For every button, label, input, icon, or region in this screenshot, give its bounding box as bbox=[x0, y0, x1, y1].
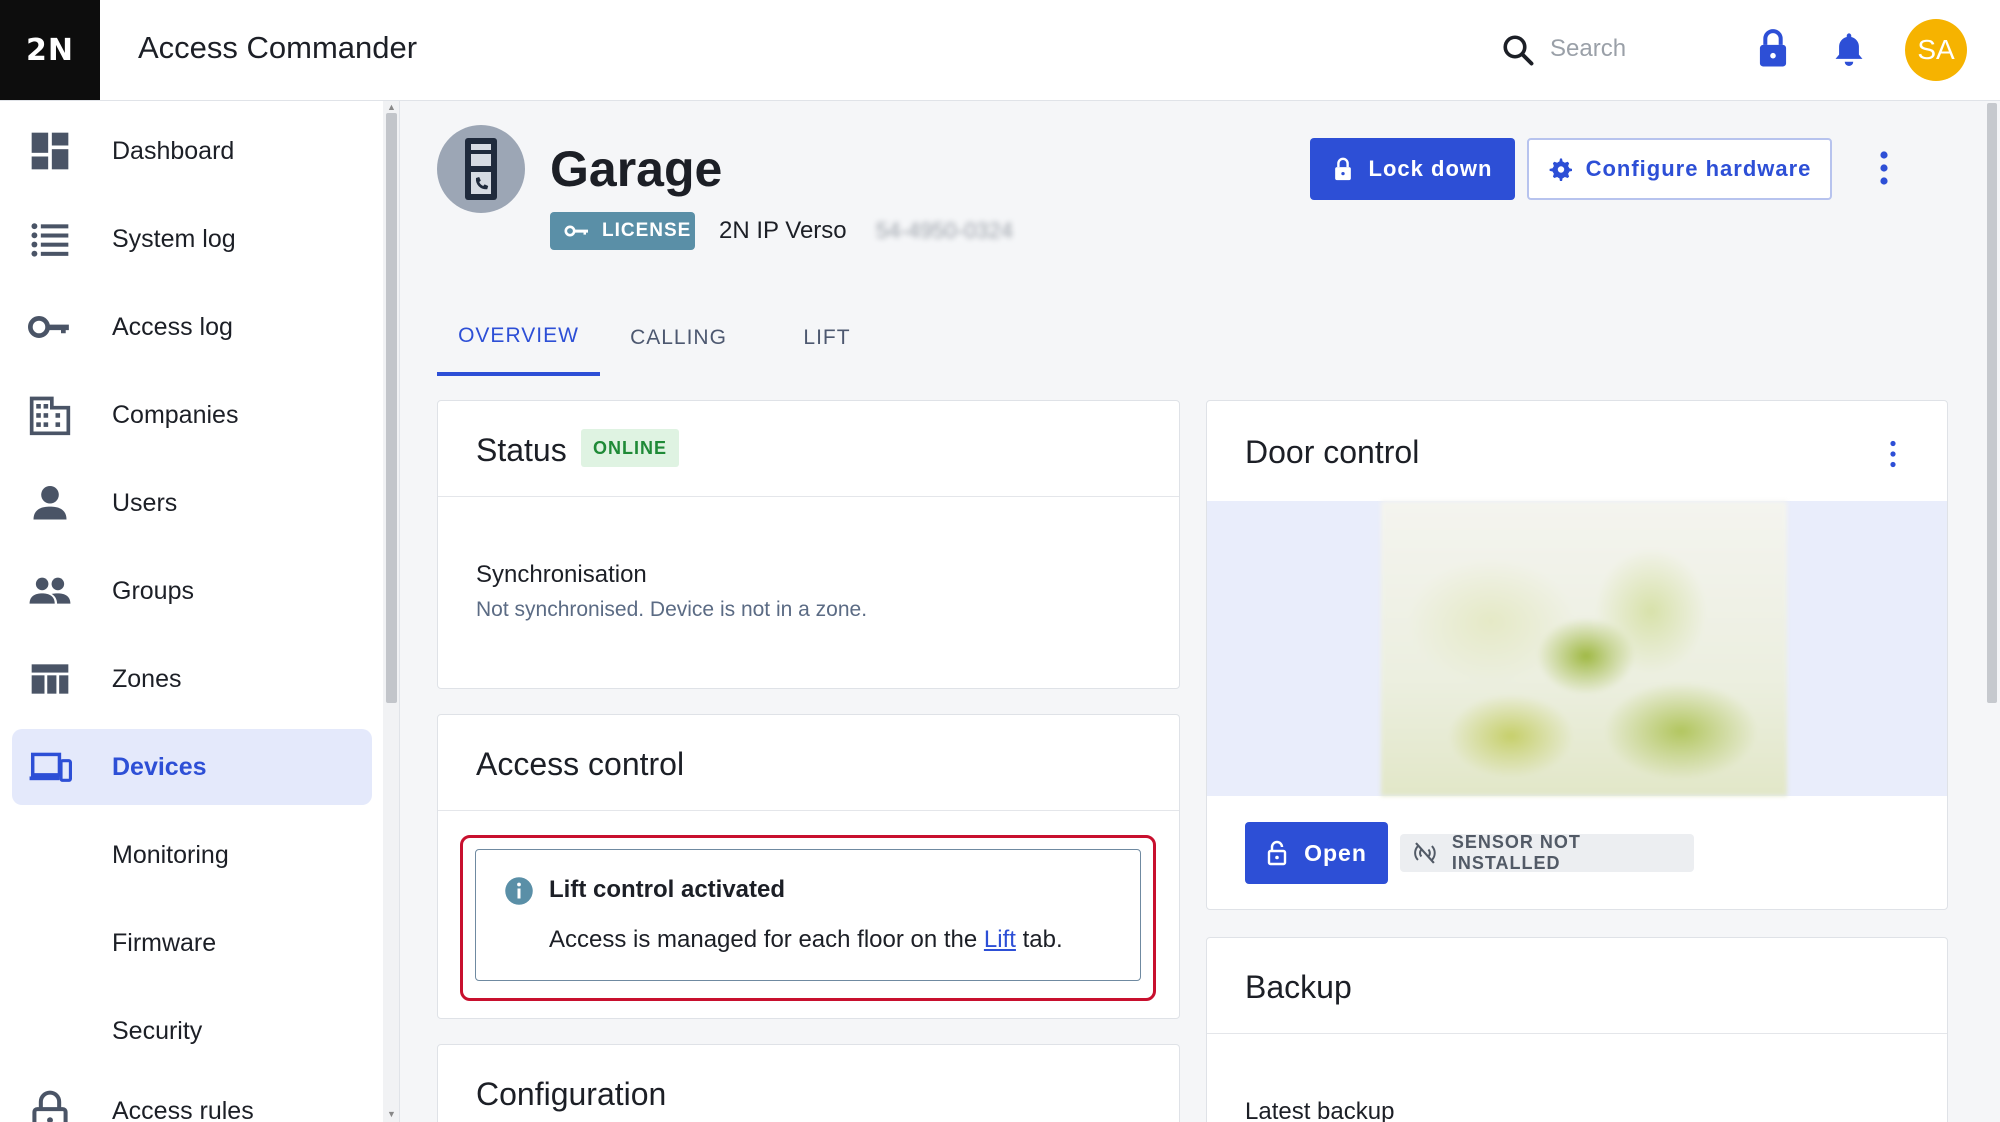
intercom-icon bbox=[465, 138, 497, 200]
sidebar-item-label: Users bbox=[112, 488, 178, 517]
search-input[interactable]: Search bbox=[1550, 35, 1626, 63]
latest-backup-label: Latest backup bbox=[1245, 1098, 1395, 1122]
gear-icon bbox=[1549, 158, 1572, 181]
device-tabs: OVERVIEW CALLING LIFT bbox=[437, 300, 1947, 376]
sidebar-item-zones[interactable]: Zones bbox=[12, 641, 372, 717]
sidebar-item-label: Access log bbox=[112, 312, 233, 341]
tab-overview[interactable]: OVERVIEW bbox=[437, 300, 600, 376]
sync-value: Not synchronised. Device is not in a zon… bbox=[476, 598, 868, 621]
door-control-card: Door control Open SENSOR NOT INSTALLED bbox=[1206, 400, 1948, 910]
sidebar-subitem-security[interactable]: Security bbox=[12, 999, 372, 1063]
sidebar-item-label: Firmware bbox=[112, 928, 217, 957]
sidebar-item-label: Security bbox=[112, 1016, 203, 1045]
top-bar: 2N Access Commander Search SA bbox=[0, 0, 2000, 101]
brand-logo[interactable]: 2N bbox=[0, 0, 100, 100]
lift-info-box: Lift control activated Access is managed… bbox=[475, 849, 1141, 981]
sidebar-item-label: Access rules bbox=[112, 1096, 254, 1122]
lock-icon bbox=[1334, 157, 1351, 181]
device-serial: 54-4950-0324 bbox=[876, 218, 1014, 243]
main-scrollbar-thumb[interactable] bbox=[1987, 103, 1997, 703]
sensor-off-icon bbox=[1414, 842, 1436, 864]
devices-icon bbox=[29, 752, 72, 782]
camera-image bbox=[1381, 501, 1787, 796]
sidebar-item-groups[interactable]: Groups bbox=[12, 553, 372, 629]
device-avatar bbox=[437, 125, 525, 213]
tab-calling[interactable]: CALLING bbox=[600, 300, 757, 376]
sidebar-item-label: Dashboard bbox=[112, 136, 235, 165]
search-icon[interactable] bbox=[1500, 32, 1536, 68]
configuration-title: Configuration bbox=[476, 1076, 667, 1112]
camera-preview[interactable] bbox=[1207, 501, 1947, 796]
scroll-up-icon[interactable]: ▲ bbox=[386, 102, 397, 112]
logo-text: 2N bbox=[26, 32, 74, 68]
more-vertical-icon[interactable] bbox=[1887, 439, 1899, 469]
configure-hardware-label: Configure hardware bbox=[1585, 156, 1812, 181]
configuration-card: Configuration bbox=[437, 1044, 1180, 1122]
more-vertical-icon[interactable] bbox=[1872, 148, 1896, 188]
backup-card: Backup Latest backup bbox=[1206, 937, 1948, 1122]
building-icon bbox=[29, 396, 71, 436]
sidebar-item-label: Devices bbox=[112, 752, 207, 781]
sensor-label: SENSOR NOT INSTALLED bbox=[1451, 832, 1581, 873]
zones-icon bbox=[31, 664, 69, 694]
sidebar: Dashboard System log Access log Companie… bbox=[0, 101, 400, 1122]
license-badge: LICENSE bbox=[550, 212, 695, 250]
sidebar-item-access-rules[interactable]: Access rules bbox=[12, 1073, 372, 1122]
user-avatar[interactable]: SA bbox=[1905, 19, 1967, 81]
sidebar-item-system-log[interactable]: System log bbox=[12, 201, 372, 277]
key-icon bbox=[564, 225, 588, 237]
tab-lift[interactable]: LIFT bbox=[757, 300, 897, 376]
sidebar-subitem-firmware[interactable]: Firmware bbox=[12, 911, 372, 975]
lock-down-button[interactable]: Lock down bbox=[1310, 138, 1515, 200]
info-title: Lift control activated bbox=[549, 876, 786, 903]
sidebar-item-label: System log bbox=[112, 224, 236, 253]
sync-label: Synchronisation bbox=[476, 561, 647, 588]
sidebar-item-label: Monitoring bbox=[112, 840, 229, 869]
app-title: Access Commander bbox=[138, 30, 418, 65]
user-icon bbox=[33, 485, 67, 520]
dashboard-icon bbox=[31, 132, 69, 170]
status-title: Status bbox=[476, 432, 567, 468]
lock-down-label: Lock down bbox=[1368, 156, 1493, 181]
sidebar-item-access-log[interactable]: Access log bbox=[12, 289, 372, 365]
group-icon bbox=[29, 577, 71, 604]
card-divider bbox=[438, 810, 1179, 811]
lift-link[interactable]: Lift bbox=[984, 926, 1016, 953]
info-text-after: tab. bbox=[1015, 926, 1063, 953]
lock-open-icon bbox=[32, 1090, 68, 1122]
access-control-title: Access control bbox=[476, 746, 685, 782]
lock-icon[interactable] bbox=[1757, 28, 1789, 68]
sidebar-subitem-monitoring[interactable]: Monitoring bbox=[12, 823, 372, 887]
door-control-title: Door control bbox=[1245, 434, 1420, 470]
info-text: Access is managed for each floor on the … bbox=[549, 926, 1063, 954]
list-icon bbox=[31, 223, 69, 257]
sidebar-item-devices[interactable]: Devices bbox=[12, 729, 372, 805]
sidebar-item-dashboard[interactable]: Dashboard bbox=[12, 113, 372, 189]
status-badge: ONLINE bbox=[581, 429, 680, 467]
sensor-status-badge: SENSOR NOT INSTALLED bbox=[1400, 832, 1694, 873]
sidebar-item-label: Companies bbox=[112, 400, 239, 429]
key-icon bbox=[28, 316, 69, 338]
info-text-before: Access is managed for each floor on the bbox=[549, 926, 984, 953]
open-label: Open bbox=[1304, 839, 1367, 866]
status-card: Status ONLINE Synchronisation Not synchr… bbox=[437, 400, 1180, 689]
sidebar-scrollbar-thumb[interactable] bbox=[386, 113, 397, 703]
lock-open-icon bbox=[1267, 840, 1287, 866]
sidebar-item-label: Zones bbox=[112, 664, 182, 693]
backup-title: Backup bbox=[1245, 969, 1352, 1005]
configure-hardware-button[interactable]: Configure hardware bbox=[1527, 138, 1832, 200]
card-divider bbox=[438, 496, 1179, 497]
bell-icon[interactable] bbox=[1832, 30, 1866, 68]
sidebar-item-companies[interactable]: Companies bbox=[12, 377, 372, 453]
device-name: Garage bbox=[550, 141, 723, 197]
sidebar-item-label: Groups bbox=[112, 576, 194, 605]
card-divider bbox=[1207, 1033, 1947, 1034]
open-door-button[interactable]: Open bbox=[1245, 822, 1388, 884]
info-icon bbox=[505, 877, 533, 905]
sidebar-item-users[interactable]: Users bbox=[12, 465, 372, 541]
device-model: 2N IP Verso bbox=[719, 217, 847, 244]
license-label: LICENSE bbox=[602, 220, 692, 241]
access-control-card: Access control Lift control activated Ac… bbox=[437, 714, 1180, 1019]
scroll-down-icon[interactable]: ▼ bbox=[386, 1109, 397, 1119]
